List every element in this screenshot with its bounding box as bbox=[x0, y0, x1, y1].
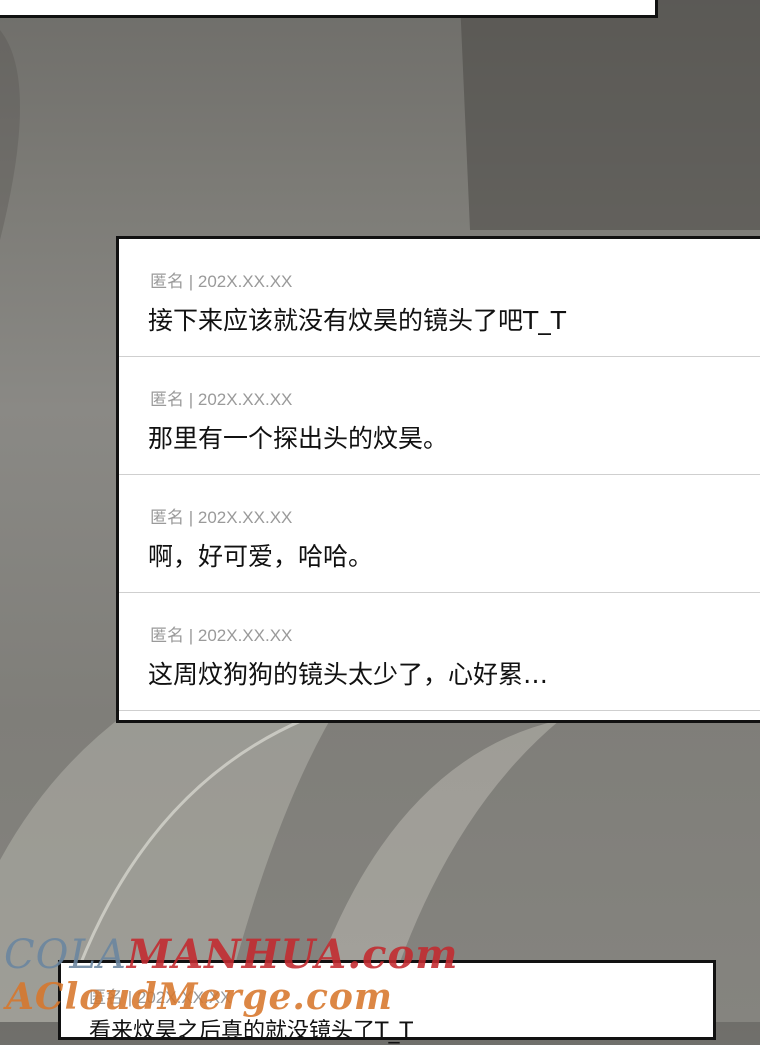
comment-text: 这周炆狗狗的镜头太少了，心好累… bbox=[148, 660, 549, 689]
list-item: 匿名 | 202X.XX.XX 那里有一个探出头的炆昊。 bbox=[119, 357, 760, 475]
comment-meta: 匿名 | 202X.XX.XX bbox=[150, 508, 293, 527]
watermark-brand: MANHUA.com bbox=[126, 931, 459, 978]
watermark-logo-secondary: ACloudMerge.com bbox=[6, 976, 393, 1018]
comment-meta: 匿名 | 202X.XX.XX bbox=[150, 272, 293, 291]
list-item: 匿名 | 202X.XX.XX 这周炆狗狗的镜头太少了，心好累… bbox=[119, 593, 760, 711]
comment-text: 接下来应该就没有炆昊的镜头了吧T_T bbox=[148, 306, 567, 335]
list-item: 匿名 | 202X.XX.XX 啊，好可爱，哈哈。 bbox=[119, 475, 760, 593]
list-item: 匿名 | 202X.XX.XX 接下来应该就没有炆昊的镜头了吧T_T bbox=[119, 239, 760, 357]
comment-list: 匿名 | 202X.XX.XX 接下来应该就没有炆昊的镜头了吧T_T 匿名 | … bbox=[116, 236, 760, 723]
comment-meta: 匿名 | 202X.XX.XX bbox=[150, 626, 293, 645]
watermark-prefix: COLA bbox=[4, 932, 127, 978]
comment-text: 啊，好可爱，哈哈。 bbox=[148, 542, 374, 571]
previous-panel-edge bbox=[0, 0, 658, 18]
watermark-logo: COLAMANHUA.com bbox=[4, 931, 459, 978]
comment-meta: 匿名 | 202X.XX.XX bbox=[150, 390, 293, 409]
comment-text: 那里有一个探出头的炆昊。 bbox=[148, 424, 449, 453]
